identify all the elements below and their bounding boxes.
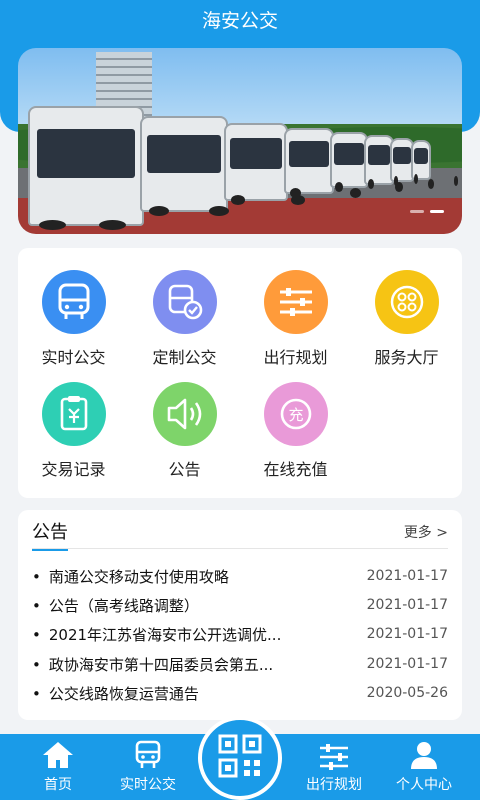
tab-route-plan[interactable]: 出行规划 (286, 734, 382, 800)
tab-label: 个人中心 (396, 777, 452, 793)
tab-label: 出行规划 (306, 777, 362, 793)
menu-item-route-plan[interactable]: 出行规划 (240, 248, 351, 367)
announcement-text: 南通公交移动支付使用攻略 (32, 566, 332, 587)
svg-text:充: 充 (288, 406, 303, 424)
announcement-date: 2021-01-17 (366, 626, 448, 642)
menu-label: 在线充值 (263, 460, 328, 479)
user-icon (376, 734, 472, 770)
divider (32, 548, 448, 549)
home-icon (10, 734, 106, 770)
carousel-dot[interactable] (410, 210, 424, 213)
menu-item-transaction-record[interactable]: 交易记录 (18, 360, 129, 479)
route-plan-icon (286, 734, 382, 770)
menu-label: 服务大厅 (374, 348, 439, 367)
function-menu-card: 实时公交 定制公交 出行规划 服务大厅 交易记录 公告 充 在线充值 (18, 248, 462, 498)
tab-home[interactable]: 首页 (10, 734, 106, 800)
announcement-item[interactable]: 公交线路恢复运营通告 2020-05-26 (32, 679, 448, 707)
banner-bus (330, 132, 368, 192)
bus-icon (100, 734, 196, 770)
announcement-date: 2020-05-26 (366, 685, 448, 701)
tab-realtime-bus[interactable]: 实时公交 (100, 734, 196, 800)
page-title: 海安公交 (201, 10, 278, 32)
carousel-dot-active[interactable] (430, 210, 444, 213)
carousel-indicator (410, 210, 444, 213)
tab-label: 首页 (44, 777, 72, 793)
speaker-icon (152, 382, 217, 446)
announcement-title: 公告 (32, 518, 68, 551)
announcement-text: 公告（高考线路调整） (32, 595, 332, 616)
announcement-date: 2021-01-17 (366, 656, 448, 672)
banner-carousel[interactable] (18, 48, 462, 234)
announcement-item[interactable]: 2021年江苏省海安市公开选调优... 2021-01-17 (32, 620, 448, 648)
banner-bus (411, 140, 431, 184)
menu-label: 公告 (168, 460, 201, 479)
announcement-date: 2021-01-17 (366, 597, 448, 613)
menu-item-custom-bus[interactable]: 定制公交 (129, 248, 240, 367)
banner-bus (140, 116, 228, 216)
menu-item-online-recharge[interactable]: 充 在线充值 (240, 360, 351, 479)
scan-qr-button[interactable] (198, 716, 282, 800)
banner-bus (28, 106, 144, 230)
recharge-icon: 充 (263, 382, 328, 446)
more-link[interactable]: 更多 > (404, 522, 448, 542)
announcement-card: 公告 更多 > 南通公交移动支付使用攻略 2021-01-17 公告（高考线路调… (18, 510, 462, 720)
menu-label: 交易记录 (41, 460, 106, 479)
announcement-item[interactable]: 公告（高考线路调整） 2021-01-17 (32, 591, 448, 619)
announcement-text: 2021年江苏省海安市公开选调优... (32, 624, 332, 645)
menu-item-realtime-bus[interactable]: 实时公交 (18, 248, 129, 367)
announcement-text: 公交线路恢复运营通告 (32, 683, 332, 704)
menu-item-service-hall[interactable]: 服务大厅 (351, 248, 462, 367)
tab-label: 实时公交 (120, 777, 176, 793)
service-hall-icon (374, 270, 439, 334)
bus-icon (41, 270, 106, 334)
banner-bus (284, 128, 334, 198)
banner-bus (224, 123, 288, 205)
custom-bus-icon (152, 270, 217, 334)
route-plan-icon (263, 270, 328, 334)
tab-profile[interactable]: 个人中心 (376, 734, 472, 800)
transaction-record-icon (41, 382, 106, 446)
announcement-text: 政协海安市第十四届委员会第五... (32, 654, 332, 675)
announcement-item[interactable]: 南通公交移动支付使用攻略 2021-01-17 (32, 562, 448, 590)
announcement-item[interactable]: 政协海安市第十四届委员会第五... 2021-01-17 (32, 650, 448, 678)
qr-code-icon (218, 734, 262, 782)
menu-item-announcement[interactable]: 公告 (129, 360, 240, 479)
announcement-date: 2021-01-17 (366, 568, 448, 584)
